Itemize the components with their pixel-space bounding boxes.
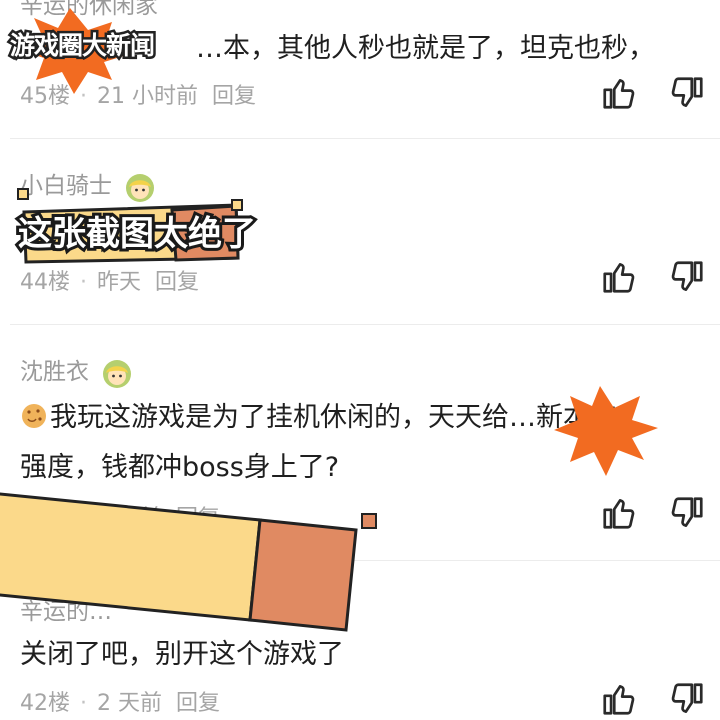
green-hair-avatar-icon: [103, 359, 132, 388]
comment-time: 21 小时前: [97, 84, 198, 109]
headline-sticker: 游戏圈大新闻: [7, 29, 157, 63]
comment-floor: 42楼: [20, 691, 70, 716]
comment-divider: [10, 324, 720, 325]
caption-sticker: 这张截图太绝了: [15, 211, 259, 257]
comment-text: …本，其他人秒也就是了，坦克也秒，: [196, 33, 655, 64]
thumbs-down-icon[interactable]: [668, 258, 706, 296]
thumbs-down-icon[interactable]: [668, 494, 706, 532]
tilted-terracotta-block: [248, 518, 358, 632]
comment-time: 昨天: [97, 270, 142, 295]
comment-meta: 44楼 · 昨天 回复: [20, 264, 199, 296]
comment-divider: [10, 560, 720, 561]
comment-username[interactable]: 辛运的…: [20, 592, 112, 626]
thumbs-up-icon[interactable]: [600, 494, 638, 532]
comment-meta: 45楼 · 21 小时前 回复: [20, 78, 256, 110]
comment-floor: 44楼: [20, 270, 70, 295]
thumbs-down-icon[interactable]: [668, 680, 706, 718]
reply-button[interactable]: 回复: [155, 270, 199, 295]
comment-username[interactable]: 沈胜衣: [20, 352, 134, 390]
meta-separator: ·: [80, 506, 87, 531]
thumbs-up-icon[interactable]: [600, 74, 638, 112]
comment-text: 我玩这游戏是为了挂机休闲的，天天给…新本加: [20, 393, 710, 443]
comment-floor: 43楼: [20, 506, 70, 531]
comment-actions: [600, 74, 720, 114]
comment-divider: [10, 138, 720, 139]
comment-username[interactable]: 辛运的休闲家: [20, 0, 158, 20]
thumbs-down-icon[interactable]: [668, 74, 706, 112]
block-corner-handle: [361, 513, 377, 529]
meta-separator: ·: [80, 691, 87, 716]
reply-button[interactable]: 回复: [212, 84, 256, 109]
meta-separator: ·: [80, 270, 87, 295]
comment-text-line1: 我玩这游戏是为了挂机休闲的，天天给…新本加: [50, 402, 617, 433]
comment-time: 2 天前: [97, 691, 162, 716]
comment-username[interactable]: 小白骑士: [20, 166, 157, 204]
comment-floor: 45楼: [20, 84, 70, 109]
meta-separator: ·: [80, 84, 87, 109]
reply-button[interactable]: 回复: [176, 691, 220, 716]
green-hair-avatar-icon: [126, 173, 155, 202]
comment-text: 关闭了吧，别开这个游戏了: [20, 639, 344, 670]
comment-actions: [600, 258, 720, 298]
comment-time: 2 天前: [97, 506, 162, 531]
thumbs-up-icon[interactable]: [600, 258, 638, 296]
thumbs-up-icon[interactable]: [600, 680, 638, 718]
reply-button[interactable]: 回复: [176, 506, 220, 531]
comment-feed: 辛运的休闲家 …本，其他人秒也就是了，坦克也秒， 45楼 · 21 小时前 回复 小白…: [0, 0, 720, 720]
comment-actions: [600, 494, 720, 534]
comment-actions: [600, 680, 720, 720]
comment-meta: 42楼 · 2 天前 回复: [20, 685, 220, 717]
comment-text-line2: 强度，钱都冲boss身上了?: [20, 452, 340, 483]
cookie-face-emoji: [22, 404, 46, 428]
comment-meta: 43楼 · 2 天前 回复: [20, 500, 220, 532]
